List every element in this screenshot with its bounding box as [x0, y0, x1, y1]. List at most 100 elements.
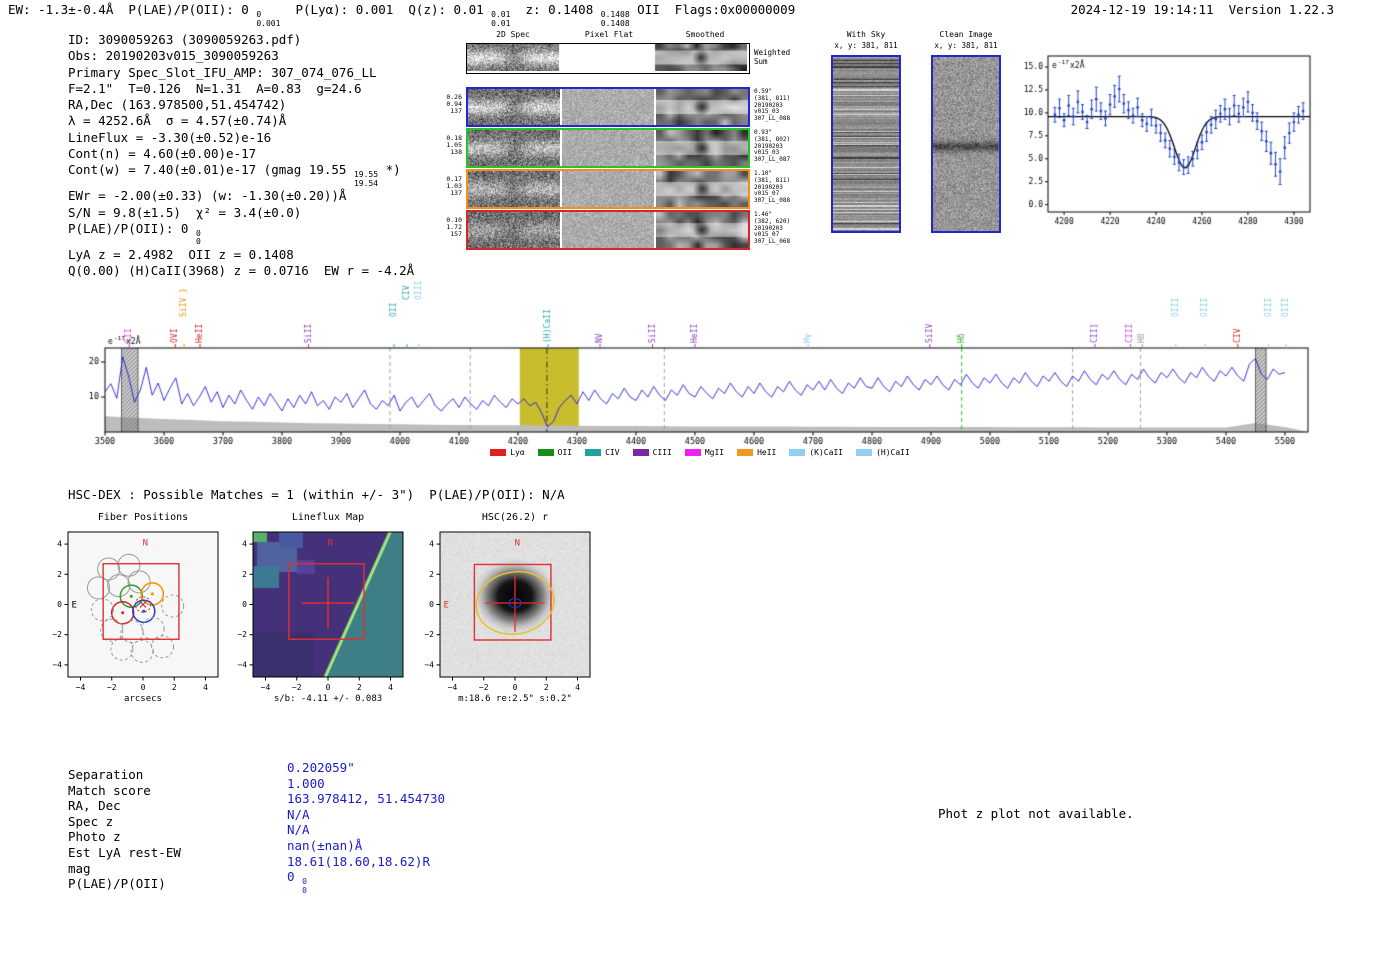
fiber-pixel-flat-image	[562, 130, 654, 166]
detection-info-line: Obs: 20190203v015_3090059263	[68, 48, 279, 64]
fiber-2d-spec-image	[468, 89, 560, 125]
fiber-row-left-label: 137	[450, 107, 462, 116]
match-row-value: N/A	[287, 806, 310, 822]
svg-text:4: 4	[57, 540, 62, 549]
svg-text:2: 2	[429, 570, 434, 579]
match-row: Photo z N/A	[68, 822, 445, 845]
fiber-row-left-labels: 0.10 1.72 157	[432, 216, 462, 239]
svg-text:4: 4	[203, 683, 208, 692]
fiber-row-left-labels: 0.26 0.94 137	[432, 93, 462, 116]
legend-label: MgII	[704, 448, 725, 457]
legend-item: Lyα	[490, 448, 525, 457]
stacked-value: 19.55 19.54	[353, 170, 379, 188]
legend-swatch	[684, 449, 701, 456]
fiber-row-right-labels: 0.93" (381, 802) 20190203 v015_03 307_LL_087	[754, 129, 791, 164]
legend-item: (H)CaII	[856, 448, 910, 457]
clean-image	[933, 57, 999, 231]
match-row-label: Est LyA rest-EW	[68, 844, 181, 860]
fiber-smoothed-image	[656, 130, 748, 166]
legend-item: OII	[537, 448, 572, 457]
detection-info-line: EWr = -2.00(±0.33) (w: -1.30(±0.20))Å	[68, 188, 347, 204]
detection-info-line: RA,Dec (163.978500,51.454742)	[68, 97, 287, 113]
svg-text:E: E	[444, 600, 449, 610]
clean-image-cutout	[931, 55, 1001, 233]
match-row-value: 0 00	[287, 869, 307, 895]
fiber-row-strip	[466, 87, 750, 127]
fiber-row-strip	[466, 169, 750, 209]
svg-text:0: 0	[326, 683, 331, 692]
match-row-value: 0.202059"	[287, 760, 355, 775]
photz-note: Phot z plot not available.	[938, 806, 1134, 821]
detection-info-line: LineFlux = -3.30(±0.52)e-16	[68, 129, 272, 145]
fiber-2d-spec-image	[468, 171, 560, 207]
fiber-smoothed-image	[656, 212, 748, 248]
fiber-row-right-label: 307_LL_088	[754, 115, 791, 123]
fiber-row-left-labels: 0.18 1.05 138	[432, 134, 462, 157]
legend-swatch	[856, 449, 873, 456]
fiber-2d-spec-image	[468, 212, 560, 248]
match-row-label: Spec z	[68, 813, 114, 829]
legend-item: HeII	[737, 448, 776, 457]
detection-info-line: Primary Spec_Slot_IFU_AMP: 307_074_076_L…	[68, 64, 377, 80]
svg-text:0: 0	[57, 600, 62, 609]
hsc-image-panel: N E −4 −4 −2 −2 0 0 2 2 4 4 m:18.6 re:2.5" s:0.2"	[407, 524, 597, 706]
fiber-row-right-labels: 1.46" (382, 620) 20190203 v015_07 307_LL_068	[754, 211, 790, 246]
svg-text:N: N	[328, 539, 333, 549]
with-sky-image	[833, 57, 899, 231]
match-row-label: P(LAE)/P(OII)	[68, 876, 166, 892]
detection-info-line: P(LAE)/P(OII): 0 00	[68, 220, 201, 247]
svg-text:2: 2	[172, 683, 177, 692]
fiber-row-left-label: 138	[450, 148, 462, 157]
legend-item: (K)CaII	[789, 448, 843, 457]
legend-swatch	[789, 449, 806, 456]
svg-text:E: E	[72, 600, 77, 610]
with-sky-coords: x, y: 381, 811	[834, 41, 898, 50]
detection-info-line: LyA z = 2.4982 OII z = 0.1408	[68, 246, 294, 262]
match-row-label: Photo z	[68, 829, 121, 845]
legend-label: CIII	[652, 448, 672, 457]
col-title-2d-spec: 2D Spec	[496, 30, 530, 39]
match-row-value: nan(±nan)Å	[287, 837, 363, 853]
legend-label: (H)CaII	[876, 448, 910, 457]
stacked-value: 0 0.001	[256, 10, 281, 28]
header-summary-line: EW: -1.3±-0.4Å P(LAE)/P(OII): 0 0 0.001 P…	[8, 2, 796, 28]
legend-item: CIII	[632, 448, 672, 457]
svg-text:2: 2	[242, 570, 247, 579]
svg-text:4: 4	[575, 683, 580, 692]
detection-info-line: F=2.1" T=0.126 N=1.31 A=0.83 g=24.6	[68, 80, 362, 96]
fiber-row-right-labels: 1.10" (381, 811) 20190203 v015_07 307_LL_088	[754, 170, 790, 205]
spectrum-line-legend: Lyα OII CIV CIII MgII HeII (K)CaII (H)CaII	[75, 448, 1325, 457]
col-title-pixel-flat: Pixel Flat	[584, 30, 634, 39]
stacked-value: 00	[302, 877, 307, 895]
svg-text:0: 0	[141, 683, 146, 692]
catalog-match-table: Separation 0.202059" Match score 1.000 RA, D…	[68, 760, 445, 902]
fiber-row-left-labels: 0.17 1.03 137	[432, 175, 462, 198]
header-timestamp-version: 2024-12-19 19:14:11 Version 1.22.3	[1070, 2, 1334, 17]
svg-text:−2: −2	[479, 683, 489, 692]
match-row: mag 18.61(18.60,18.62)R	[68, 854, 445, 877]
svg-text:2: 2	[357, 683, 362, 692]
stacked-value: 0.01 0.01	[491, 10, 511, 28]
legend-swatch	[585, 449, 602, 456]
match-row-label: Separation	[68, 767, 144, 782]
legend-swatch	[490, 449, 507, 456]
detection-info-line: ID: 3090059263 (3090059263.pdf)	[68, 32, 302, 47]
svg-text:2: 2	[57, 570, 62, 579]
legend-label: (K)CaII	[809, 448, 844, 457]
detection-info-line: S/N = 9.8(±1.5) χ² = 3.4(±0.0)	[68, 204, 302, 220]
fiber-row-left-label: 157	[450, 230, 462, 239]
svg-text:−4: −4	[237, 660, 247, 669]
weighted-sum-label-line: Sum	[754, 56, 768, 66]
legend-swatch	[737, 449, 754, 456]
clean-image-title: Clean Image	[939, 30, 993, 39]
svg-text:0: 0	[242, 600, 247, 609]
legend-item: CIV	[585, 448, 620, 457]
with-sky-title: With Sky	[846, 30, 886, 39]
fiber-row-left-label: 137	[450, 189, 462, 198]
stacked-value: 00	[195, 228, 201, 247]
fiber-smoothed-image	[656, 89, 748, 125]
fiber-row-right-label: 307_LL_087	[754, 156, 791, 164]
match-row-label: Match score	[68, 782, 151, 798]
fiber-row-right-labels: 0.59" (381, 811) 20190203 v015_03 307_LL_088	[754, 88, 791, 123]
line-fit-cutout-plot	[1008, 44, 1340, 236]
